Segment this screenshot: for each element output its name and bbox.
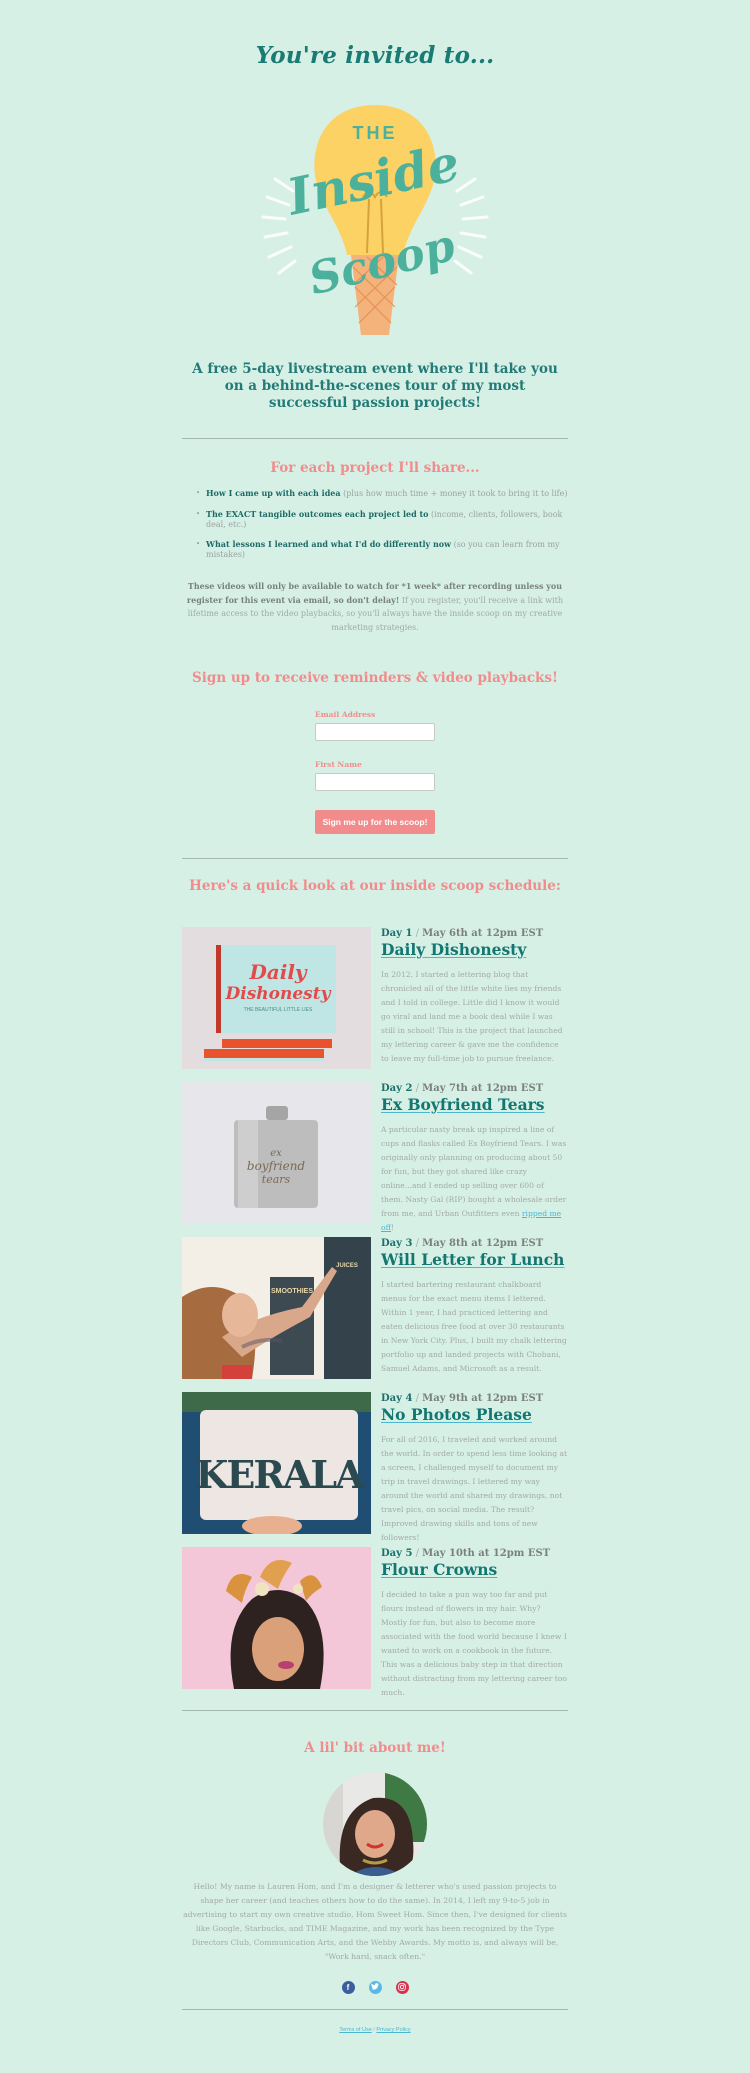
list-item-bold: What lessons I learned and what I'd do d… (206, 539, 452, 549)
svg-text:SMOOTHIES: SMOOTHIES (271, 1288, 313, 1295)
day-number: Day 5 (381, 1548, 413, 1559)
terms-of-use-link[interactable]: Terms of Use (339, 2027, 371, 2033)
inside-scoop-logo: THE Inside Scoop (255, 87, 495, 337)
share-heading: For each project I'll share... (270, 460, 480, 476)
day-image-no-photos-please: KERALA (182, 1392, 371, 1534)
day-details: Day 1 / May 6th at 12pm EST Daily Dishon… (371, 927, 568, 1069)
svg-text:boyfriend: boyfriend (247, 1159, 306, 1173)
day-description: In 2012, I started a lettering blog that… (381, 970, 563, 1063)
event-subtitle: A free 5-day livestream event where I'll… (192, 361, 558, 411)
schedule-heading: Here's a quick look at our inside scoop … (189, 878, 561, 894)
day-image-daily-dishonesty: Daily Dishonesty THE BEAUTIFUL LITTLE LI… (182, 927, 371, 1069)
day-meta: Day 1 / May 6th at 12pm EST (381, 928, 544, 939)
day-number: Day 3 (381, 1238, 413, 1249)
share-list: How I came up with each idea (plus how m… (182, 488, 568, 560)
day-number: Day 1 (381, 928, 413, 939)
list-item-bold: The EXACT tangible outcomes each project… (206, 508, 429, 519)
author-avatar (323, 1772, 427, 1876)
author-bio: Hello! My name is Lauren Hom, and I'm a … (183, 1882, 567, 1961)
signup-form: Email Address First Name Sign me up for … (315, 710, 435, 834)
first-name-input[interactable] (315, 773, 435, 791)
footer: Terms of Use / Privacy Policy (182, 2027, 568, 2073)
svg-text:JUICES: JUICES (336, 1263, 358, 1269)
social-links: f (182, 1981, 568, 1994)
logo-image: THE Inside Scoop (261, 105, 489, 335)
divider (182, 438, 568, 439)
day-description: I decided to take a pun way too far and … (381, 1590, 568, 1697)
kerala-text: KERALA (195, 1452, 365, 1497)
svg-text:THE BEAUTIFUL LITTLE LIES: THE BEAUTIFUL LITTLE LIES (244, 1007, 313, 1013)
day-description: A particular nasty break up inspired a l… (381, 1123, 568, 1235)
day-description-end: ! (390, 1223, 395, 1232)
list-item: The EXACT tangible outcomes each project… (196, 509, 568, 530)
day-number: Day 4 (381, 1393, 413, 1404)
email-label: Email Address (315, 710, 376, 719)
logo-the-text: THE (353, 123, 398, 143)
list-item-text: (plus how much time + money it took to b… (340, 489, 568, 498)
twitter-link[interactable] (368, 1981, 382, 1994)
twitter-icon (371, 1983, 379, 1992)
signup-heading: Sign up to receive reminders & video pla… (192, 670, 558, 686)
schedule-day: Day 5 / May 10th at 12pm EST Flour Crown… (182, 1547, 568, 1697)
facebook-link[interactable]: f (341, 1981, 355, 1994)
day-meta: Day 2 / May 7th at 12pm EST (381, 1083, 544, 1094)
schedule-day: SMOOTHIES JUICES Day 3 / May 8th at 12pm… (182, 1237, 568, 1379)
divider (182, 2009, 568, 2010)
day-description: I started bartering restaurant chalkboar… (381, 1280, 567, 1373)
facebook-icon: f (346, 1983, 350, 1992)
day-title-link[interactable]: No Photos Please (381, 1405, 532, 1424)
about-heading: A lil' bit about me! (304, 1740, 446, 1756)
day-date: May 6th at 12pm EST (422, 928, 544, 939)
svg-text:Daily: Daily (248, 960, 307, 984)
day-image-will-letter-for-lunch: SMOOTHIES JUICES (182, 1237, 371, 1379)
signup-submit-button[interactable]: Sign me up for the scoop! (315, 810, 435, 834)
schedule-day: KERALA Day 4 / May 9th at 12pm EST No Ph… (182, 1392, 568, 1542)
day-meta: Day 5 / May 10th at 12pm EST (381, 1548, 551, 1559)
svg-text:tears: tears (262, 1173, 291, 1186)
day-details: Day 4 / May 9th at 12pm EST No Photos Pl… (371, 1392, 568, 1542)
availability-notice: These videos will only be available to w… (182, 580, 568, 634)
schedule-day: ex boyfriend tears Day 2 / May 7th at 12… (182, 1082, 568, 1232)
day-title-link[interactable]: Ex Boyfriend Tears (381, 1095, 545, 1114)
divider (182, 858, 568, 859)
svg-text:Dishonesty: Dishonesty (225, 984, 332, 1004)
day-image-flour-crowns (182, 1547, 371, 1689)
divider (182, 1710, 568, 1711)
day-title-link[interactable]: Daily Dishonesty (381, 940, 526, 959)
email-input[interactable] (315, 723, 435, 741)
day-details: Day 2 / May 7th at 12pm EST Ex Boyfriend… (371, 1082, 568, 1232)
day-meta: Day 4 / May 9th at 12pm EST (381, 1393, 544, 1404)
day-title-link[interactable]: Flour Crowns (381, 1560, 497, 1579)
schedule-day: Daily Dishonesty THE BEAUTIFUL LITTLE LI… (182, 927, 568, 1069)
instagram-link[interactable] (395, 1981, 409, 1994)
day-number: Day 2 (381, 1083, 413, 1094)
day-details: Day 5 / May 10th at 12pm EST Flour Crown… (371, 1547, 568, 1697)
day-date: May 7th at 12pm EST (422, 1083, 544, 1094)
schedule-list: Daily Dishonesty THE BEAUTIFUL LITTLE LI… (182, 927, 568, 1697)
day-date: May 10th at 12pm EST (422, 1548, 551, 1559)
list-item: How I came up with each idea (plus how m… (196, 488, 568, 499)
day-details: Day 3 / May 8th at 12pm EST Will Letter … (371, 1237, 568, 1379)
list-item-bold: How I came up with each idea (206, 488, 341, 498)
day-date: May 8th at 12pm EST (422, 1238, 544, 1249)
first-name-label: First Name (315, 760, 362, 769)
instagram-icon (398, 1982, 406, 1993)
svg-text:ex: ex (270, 1148, 282, 1159)
day-date: May 9th at 12pm EST (422, 1393, 544, 1404)
invite-heading: You're invited to... (255, 42, 495, 69)
privacy-policy-link[interactable]: Privacy Policy (376, 2027, 410, 2033)
page-container: You're invited to... THE Inside Scoop A … (182, 0, 568, 2073)
day-title-link[interactable]: Will Letter for Lunch (381, 1250, 564, 1269)
day-description-text: A particular nasty break up inspired a l… (381, 1125, 567, 1218)
list-item: What lessons I learned and what I'd do d… (196, 539, 568, 560)
day-meta: Day 3 / May 8th at 12pm EST (381, 1238, 544, 1249)
day-description: For all of 2016, I traveled and worked a… (381, 1435, 568, 1542)
day-image-ex-boyfriend-tears: ex boyfriend tears (182, 1082, 371, 1224)
